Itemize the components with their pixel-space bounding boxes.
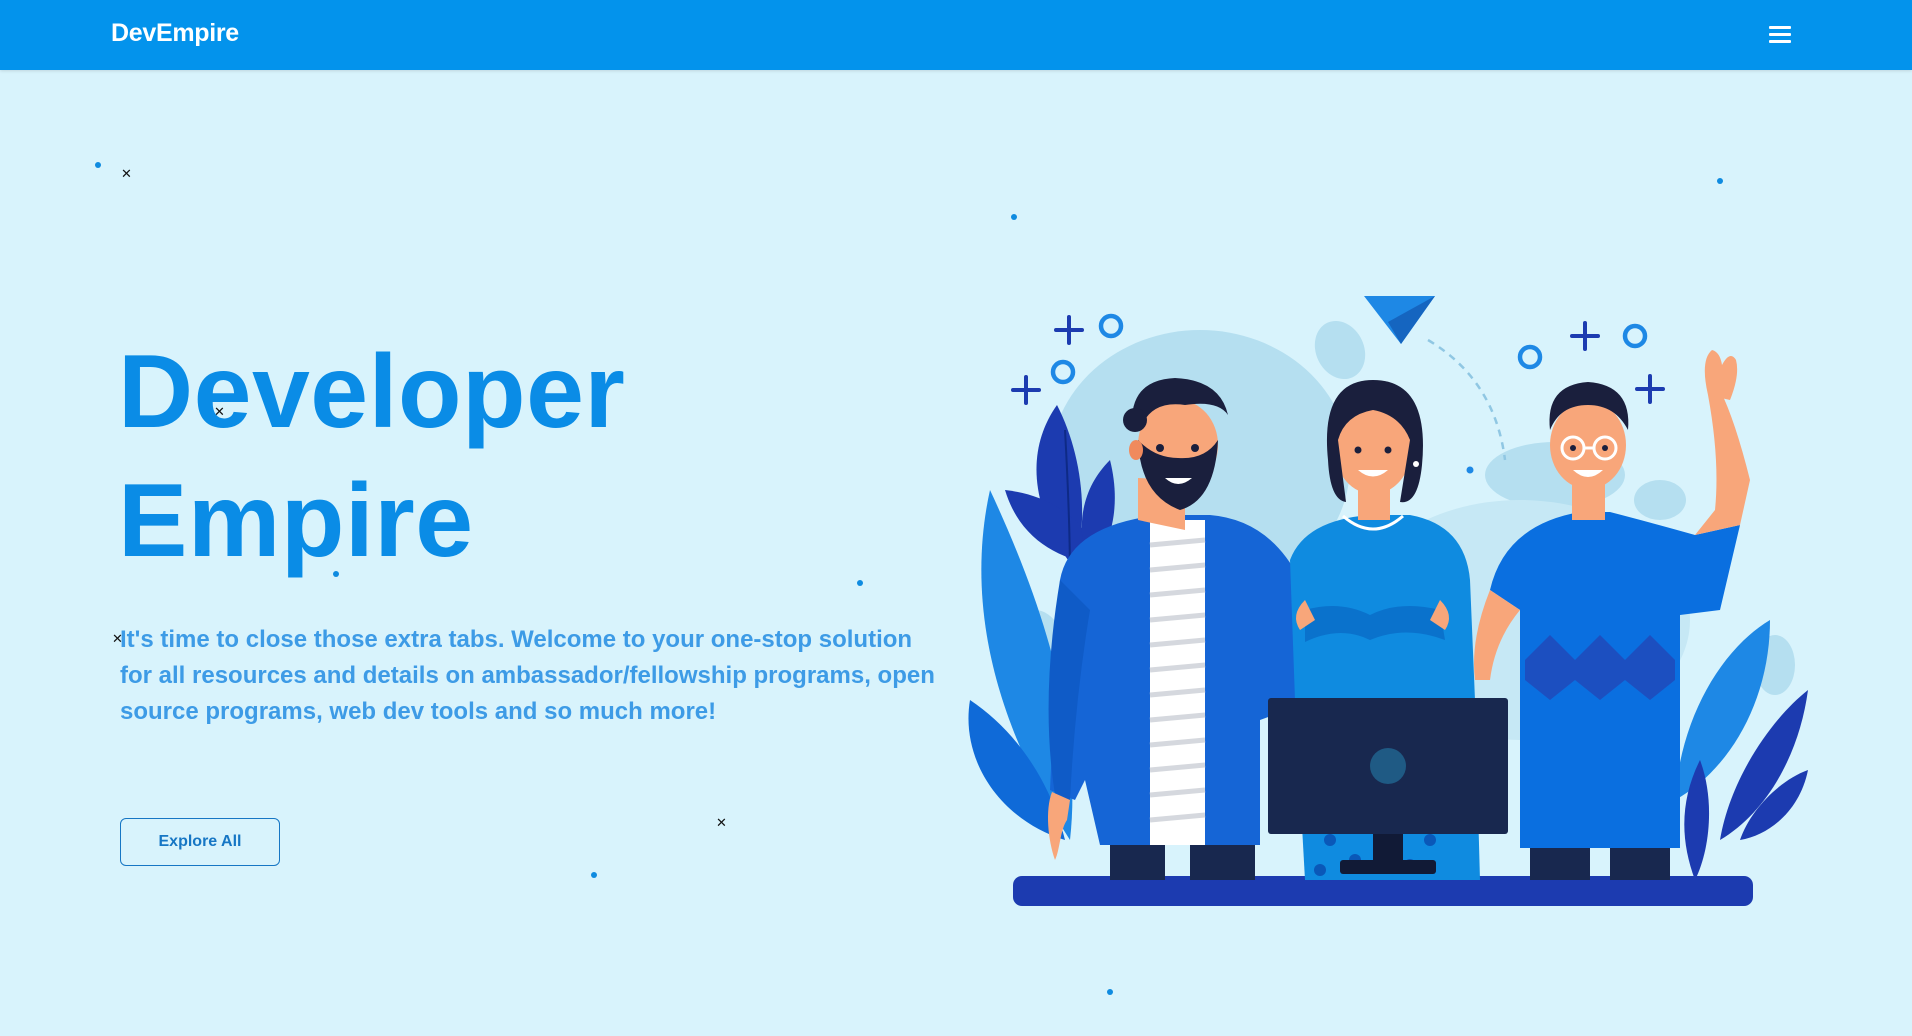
team-illustration (968, 296, 1808, 906)
hero-title-line-2: Empire (118, 463, 474, 579)
brand-logo[interactable]: DevEmpire (111, 19, 239, 48)
desk (1013, 876, 1753, 906)
particle-dot (1717, 178, 1723, 184)
particle-dot (591, 872, 597, 878)
particle-cross: ✕ (716, 816, 727, 831)
particle-dot (1011, 214, 1017, 220)
particle-dot (1107, 989, 1113, 995)
navbar: DevEmpire (0, 0, 1912, 70)
hamburger-menu-icon[interactable] (1766, 21, 1794, 49)
particle-cross: ✕ (121, 167, 132, 182)
explore-all-button[interactable]: Explore All (120, 818, 280, 866)
menu-bar-top (1769, 26, 1791, 29)
particle-dot (857, 580, 863, 586)
menu-bar-middle (1769, 33, 1791, 36)
person-right (1474, 350, 1750, 880)
particle-dot (95, 162, 101, 168)
hero-title: Developer Empire (118, 328, 625, 586)
hero-title-line-1: Developer (118, 334, 626, 450)
hero-description: It's time to close those extra tabs. Wel… (120, 626, 935, 725)
menu-bar-bottom (1769, 40, 1791, 43)
